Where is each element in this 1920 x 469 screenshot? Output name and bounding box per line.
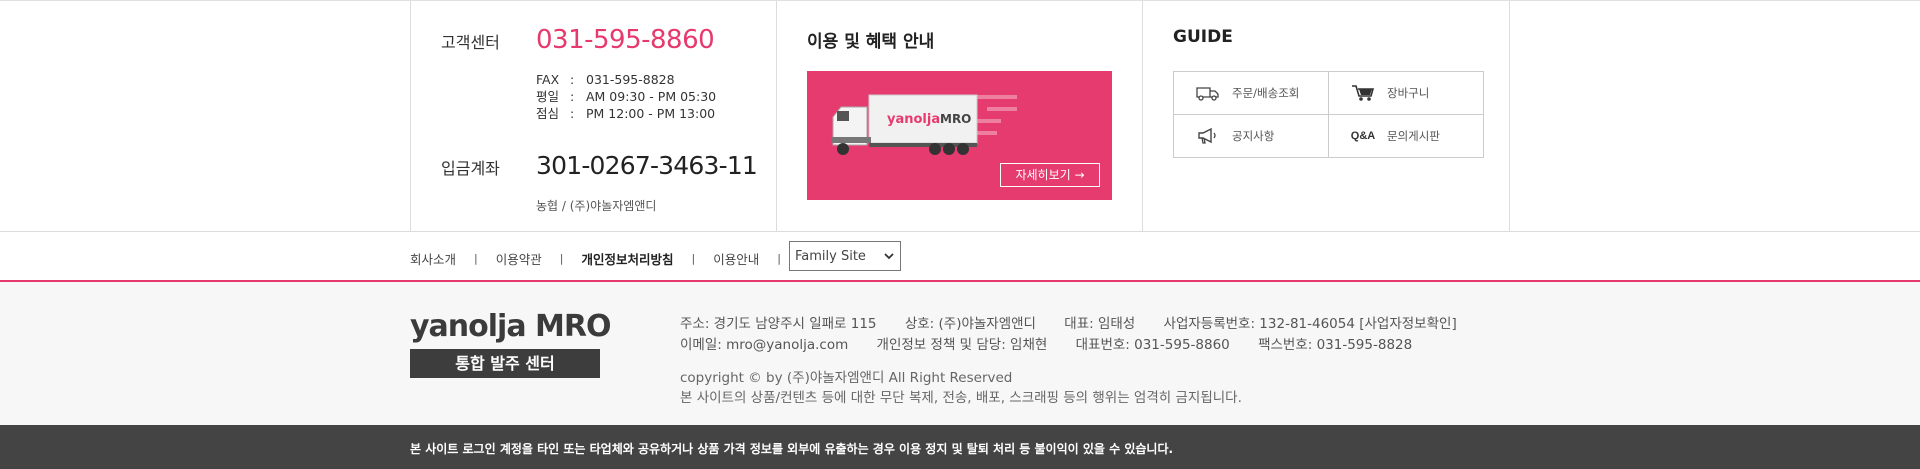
nav-separator: | [559,252,564,265]
guide-cart-label: 장바구니 [1387,86,1430,100]
family-site-value: Family Site [795,249,866,264]
yanolja-mro-logo: yanolja MRO [410,309,611,344]
family-site-select[interactable]: Family Site [789,241,901,271]
benefits-column: 이용 및 혜택 안내 yanolja MRO 자세히보기 → [776,1,1142,232]
copyright-text: copyright © by (주)야놀자엠앤디 All Right Reser… [680,370,1013,386]
truck-illustration: yanolja MRO [831,94,1017,155]
guide-grid: 주문/배송조회 장바구니 공지사항 Q&A 문의게시판 [1173,71,1484,158]
nav-company-intro[interactable]: 회사소개 [410,249,456,268]
nav-terms[interactable]: 이용약관 [496,249,542,268]
guide-title: GUIDE [1173,27,1233,47]
truck-icon [1188,85,1228,101]
fax-colon: : [570,72,575,87]
deposit-account-number: 301-0267-3463-11 [536,151,758,180]
nav-privacy-policy[interactable]: 개인정보처리방침 [581,249,673,268]
guide-order-tracking[interactable]: 주문/배송조회 [1174,72,1329,115]
company-details-row-2: 이메일: mro@yanolja.com 개인정보 정책 및 담당: 임채현 대… [680,335,1481,356]
guide-order-tracking-label: 주문/배송조회 [1232,86,1300,100]
logo-subtitle: 통합 발주 센터 [410,349,600,378]
view-details-button[interactable]: 자세히보기 → [1000,163,1100,187]
cart-icon [1343,84,1383,102]
fax-number: 팩스번호: 031-595-8828 [1258,337,1413,353]
weekday-hours: AM 09:30 - PM 05:30 [586,89,717,104]
lunch-colon: : [570,106,575,121]
megaphone-icon [1188,128,1228,144]
lunch-label: 점심 [536,106,560,121]
customer-center-phone[interactable]: 031-595-8860 [536,25,715,55]
nav-separator: | [691,252,696,265]
fax-row: FAX : 031-595-8828 [536,71,716,88]
benefits-banner[interactable]: yanolja MRO 자세히보기 → [807,71,1112,200]
company-ceo: 대표: 임태성 [1064,316,1136,332]
customer-center-details: FAX : 031-595-8828 평일 : AM 09:30 - PM 05… [536,71,716,122]
truck-brand-text: yanolja [887,112,940,127]
nav-separator: | [474,252,478,265]
bottom-warning-bar: 본 사이트 로그인 계정을 타인 또는 타업체와 공유하거나 상품 가격 정보를… [0,425,1920,469]
weekday-colon: : [570,89,575,104]
deposit-account-label: 입금계좌 [441,159,500,178]
footer-nav: 회사소개 | 이용약관 | 개인정보처리방침 | 이용안내 | Family S… [0,232,1920,282]
nav-usage-guide[interactable]: 이용안내 [713,249,759,268]
guide-notice[interactable]: 공지사항 [1174,115,1329,157]
guide-qna-label: 문의게시판 [1387,129,1440,143]
company-details: 주소: 경기도 남양주시 일패로 115 상호: (주)야놀자엠앤디 대표: 임… [680,314,1481,356]
company-address: 주소: 경기도 남양주시 일패로 115 [680,316,877,332]
main-phone: 대표번호: 031-595-8860 [1075,337,1230,353]
guide-qna[interactable]: Q&A 문의게시판 [1329,115,1483,157]
deposit-bank-name: 농협 / (주)야놀자엠앤디 [536,199,657,213]
scraping-notice: 본 사이트의 상품/컨텐츠 등에 대한 무단 복제, 전송, 배포, 스크래핑 … [680,390,1242,406]
company-email: 이메일: mro@yanolja.com [680,337,849,353]
benefits-title: 이용 및 혜택 안내 [807,32,935,52]
weekday-label: 평일 [536,89,560,104]
customer-center-column: 고객센터 031-595-8860 FAX : 031-595-8828 평일 … [410,1,776,232]
business-registration[interactable]: 사업자등록번호: 132-81-46054 [사업자정보확인] [1164,316,1457,332]
account-sharing-warning: 본 사이트 로그인 계정을 타인 또는 타업체와 공유하거나 상품 가격 정보를… [410,442,1174,456]
customer-center-label: 고객센터 [441,33,500,52]
fax-value: 031-595-8828 [586,72,675,87]
lunch-row: 점심 : PM 12:00 - PM 13:00 [536,105,716,122]
weekday-row: 평일 : AM 09:30 - PM 05:30 [536,88,716,105]
guide-column: GUIDE 주문/배송조회 장바구니 공지사항 Q&A 문의게시판 [1142,1,1510,232]
lunch-hours: PM 12:00 - PM 13:00 [586,106,716,121]
fax-label: FAX [536,72,560,87]
guide-cart[interactable]: 장바구니 [1329,72,1483,115]
chevron-down-icon [884,248,894,268]
company-details-row-1: 주소: 경기도 남양주시 일패로 115 상호: (주)야놀자엠앤디 대표: 임… [680,314,1481,335]
privacy-officer: 개인정보 정책 및 담당: 임채현 [876,337,1048,353]
guide-notice-label: 공지사항 [1232,129,1275,143]
truck-brand-suffix: MRO [940,112,971,126]
qa-icon: Q&A [1350,130,1376,142]
company-info-section: yanolja MRO 통합 발주 센터 주소: 경기도 남양주시 일패로 11… [0,282,1920,425]
footer-nav-links: 회사소개 | 이용약관 | 개인정보처리방침 | 이용안내 | [410,249,799,268]
company-name: 상호: (주)야놀자엠앤디 [904,316,1036,332]
footer-top-section: 고객센터 031-595-8860 FAX : 031-595-8828 평일 … [0,0,1920,232]
copyright-block: copyright © by (주)야놀자엠앤디 All Right Reser… [680,368,1242,408]
nav-separator: | [777,252,781,265]
